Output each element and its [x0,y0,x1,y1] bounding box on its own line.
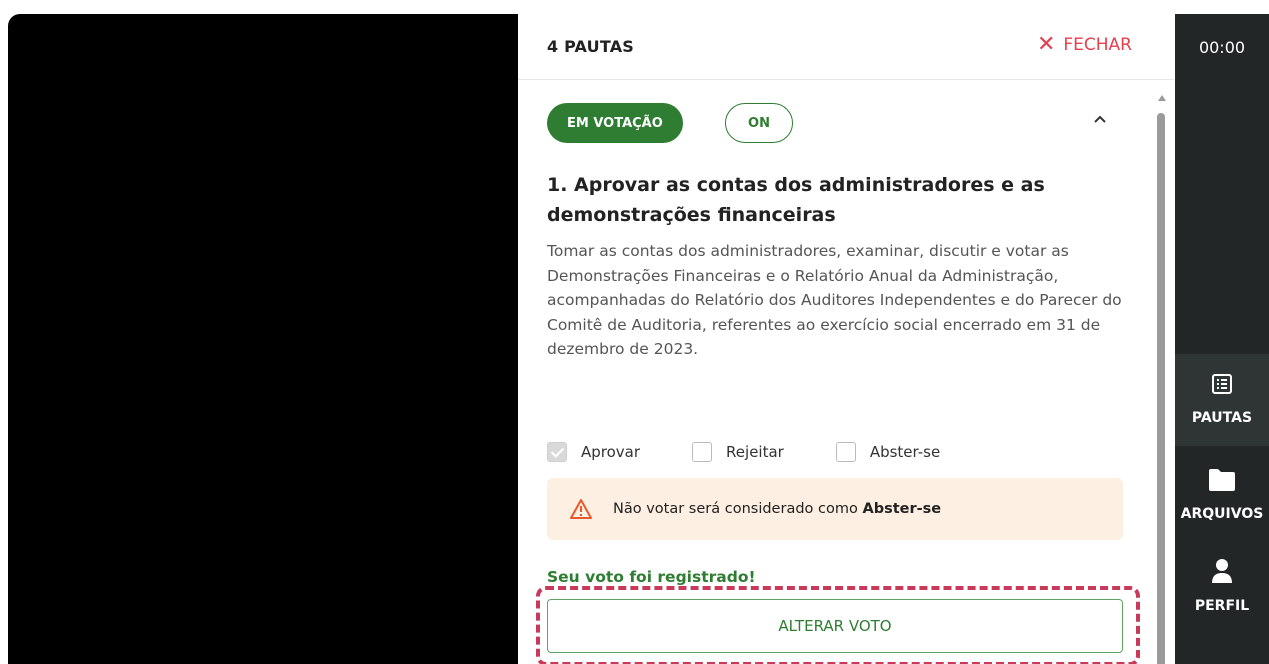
warning-banner: Não votar será considerado como Abster-s… [547,478,1123,540]
rail-label-arquivos: ARQUIVOS [1180,506,1264,522]
app-frame: 4 PAUTAS ✕ FECHAR EM VOTAÇÃO ON 1. Aprov… [0,0,1269,664]
video-area [8,14,518,664]
vote-registered-message: Seu voto foi registrado! [547,568,756,586]
warning-bold: Abster-se [862,501,942,517]
panel-title: 4 PAUTAS [547,37,635,56]
agenda-item-description: Tomar as contas dos administradores, exa… [547,242,1122,358]
vote-options: Aprovar Rejeitar Abster-se [547,442,992,462]
vote-option-abstain[interactable]: Abster-se [835,442,941,462]
reject-label: Rejeitar [726,443,784,461]
agenda-item: EM VOTAÇÃO ON 1. Aprovar as contas dos a… [518,81,1174,664]
side-rail: 00:00 PAUTAS ARQUIVOS PERFIL [1175,14,1269,664]
rail-label-pautas: PAUTAS [1191,410,1253,426]
folder-icon [1207,468,1237,496]
close-icon: ✕ [1036,32,1056,57]
abstain-checkbox[interactable] [835,442,856,462]
vote-option-reject[interactable]: Rejeitar [692,442,784,462]
agenda-item-title: 1. Aprovar as contas dos administradores… [547,174,1045,226]
change-vote-button[interactable]: ALTERAR VOTO [547,599,1123,653]
reject-checkbox[interactable] [692,442,713,462]
close-button[interactable]: ✕ FECHAR [1036,32,1132,57]
scroll-up-arrow[interactable] [1158,95,1166,101]
agenda-panel: 4 PAUTAS ✕ FECHAR EM VOTAÇÃO ON 1. Aprov… [518,14,1174,664]
list-icon [1210,372,1234,400]
scrollbar[interactable] [1154,95,1168,664]
chevron-up-icon[interactable] [1092,111,1108,127]
scroll-thumb[interactable] [1157,113,1165,664]
rail-label-perfil: PERFIL [1194,598,1250,614]
warning-text: Não votar será considerado como Abster-s… [613,501,942,517]
abstain-label: Abster-se [869,443,941,461]
close-label: FECHAR [1063,35,1132,55]
person-icon [1210,558,1234,588]
rail-item-pautas[interactable]: PAUTAS [1175,354,1269,446]
status-badge: EM VOTAÇÃO [547,103,683,143]
mode-badge: ON [725,103,793,143]
rail-item-arquivos[interactable]: ARQUIVOS [1175,462,1269,542]
warning-icon [569,498,593,520]
vote-option-approve[interactable]: Aprovar [547,442,640,462]
timer: 00:00 [1198,38,1246,57]
approve-checkbox[interactable] [547,442,567,462]
rail-item-perfil[interactable]: PERFIL [1175,554,1269,634]
panel-header: 4 PAUTAS ✕ FECHAR [518,14,1174,80]
approve-label: Aprovar [581,443,641,461]
